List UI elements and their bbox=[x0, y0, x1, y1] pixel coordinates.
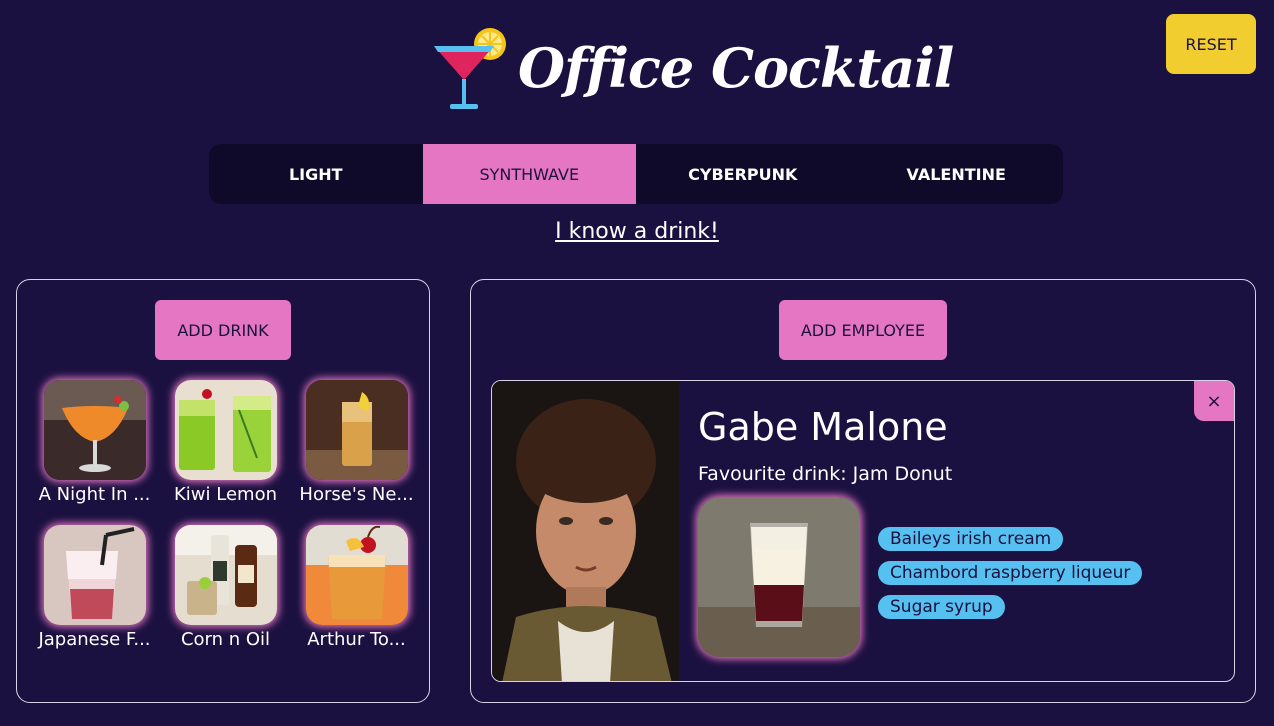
tab-light[interactable]: LIGHT bbox=[209, 144, 423, 204]
app-logo: Office Cocktail bbox=[432, 22, 954, 114]
employees-panel: ADD EMPLOYEE × Gabe Malone Favourite dri… bbox=[470, 279, 1256, 703]
ingredient-tag: Sugar syrup bbox=[878, 595, 1005, 619]
theme-tabs: LIGHT SYNTHWAVE CYBERPUNK VALENTINE bbox=[209, 144, 1063, 204]
tab-cyberpunk[interactable]: CYBERPUNK bbox=[636, 144, 850, 204]
pink-fizz-glass-icon bbox=[43, 525, 146, 625]
ingredient-tag: Baileys irish cream bbox=[878, 527, 1064, 551]
drink-name: Corn n Oil bbox=[180, 629, 271, 650]
employee-name: Gabe Malone bbox=[698, 405, 948, 449]
app-title: Office Cocktail bbox=[518, 36, 954, 100]
drink-name: Japanese F... bbox=[38, 629, 151, 650]
drink-card[interactable]: Japanese F... bbox=[29, 525, 160, 650]
favourite-drink-label: Favourite drink: Jam Donut bbox=[698, 463, 953, 485]
app-root: Office Cocktail RESET LIGHT SYNTHWAVE CY… bbox=[0, 0, 1274, 726]
tab-synthwave[interactable]: SYNTHWAVE bbox=[422, 144, 636, 204]
orange-sour-cherry-icon bbox=[305, 525, 408, 625]
drink-card[interactable]: Arthur To... bbox=[291, 525, 422, 650]
remove-employee-button[interactable]: × bbox=[1194, 381, 1234, 421]
drink-name: Horse's Ne... bbox=[299, 484, 414, 505]
drink-name: A Night In ... bbox=[38, 484, 151, 505]
drink-card[interactable]: Kiwi Lemon bbox=[160, 380, 291, 505]
drink-grid: A Night In ... Kiwi Lemon Horse's Ne... … bbox=[29, 380, 422, 650]
favourite-drink-image bbox=[698, 497, 860, 657]
ingredient-tag: Chambord raspberry liqueur bbox=[878, 561, 1143, 585]
reset-button[interactable]: RESET bbox=[1166, 14, 1256, 74]
drink-card[interactable]: Corn n Oil bbox=[160, 525, 291, 650]
drink-name: Arthur To... bbox=[307, 629, 406, 650]
drinks-panel: ADD DRINK A Night In ... Kiwi Lemon Hors… bbox=[16, 279, 430, 703]
drink-card[interactable]: A Night In ... bbox=[29, 380, 160, 505]
add-employee-button[interactable]: ADD EMPLOYEE bbox=[779, 300, 947, 360]
bottles-and-rocks-glass-icon bbox=[174, 525, 277, 625]
orange-cocktail-glass-icon bbox=[43, 380, 146, 480]
ingredient-list: Baileys irish cream Chambord raspberry l… bbox=[878, 527, 1143, 619]
add-drink-button[interactable]: ADD DRINK bbox=[155, 300, 291, 360]
employee-card: × Gabe Malone Favourite drink: Jam Donut… bbox=[491, 380, 1235, 682]
green-highball-glasses-icon bbox=[174, 380, 277, 480]
tall-glass-lemon-icon bbox=[305, 380, 408, 480]
drink-card[interactable]: Horse's Ne... bbox=[291, 380, 422, 505]
tab-valentine[interactable]: VALENTINE bbox=[850, 144, 1064, 204]
cocktail-icon bbox=[434, 28, 506, 109]
know-a-drink-link[interactable]: I know a drink! bbox=[0, 219, 1274, 244]
drink-name: Kiwi Lemon bbox=[174, 484, 277, 505]
employee-photo bbox=[492, 381, 679, 681]
